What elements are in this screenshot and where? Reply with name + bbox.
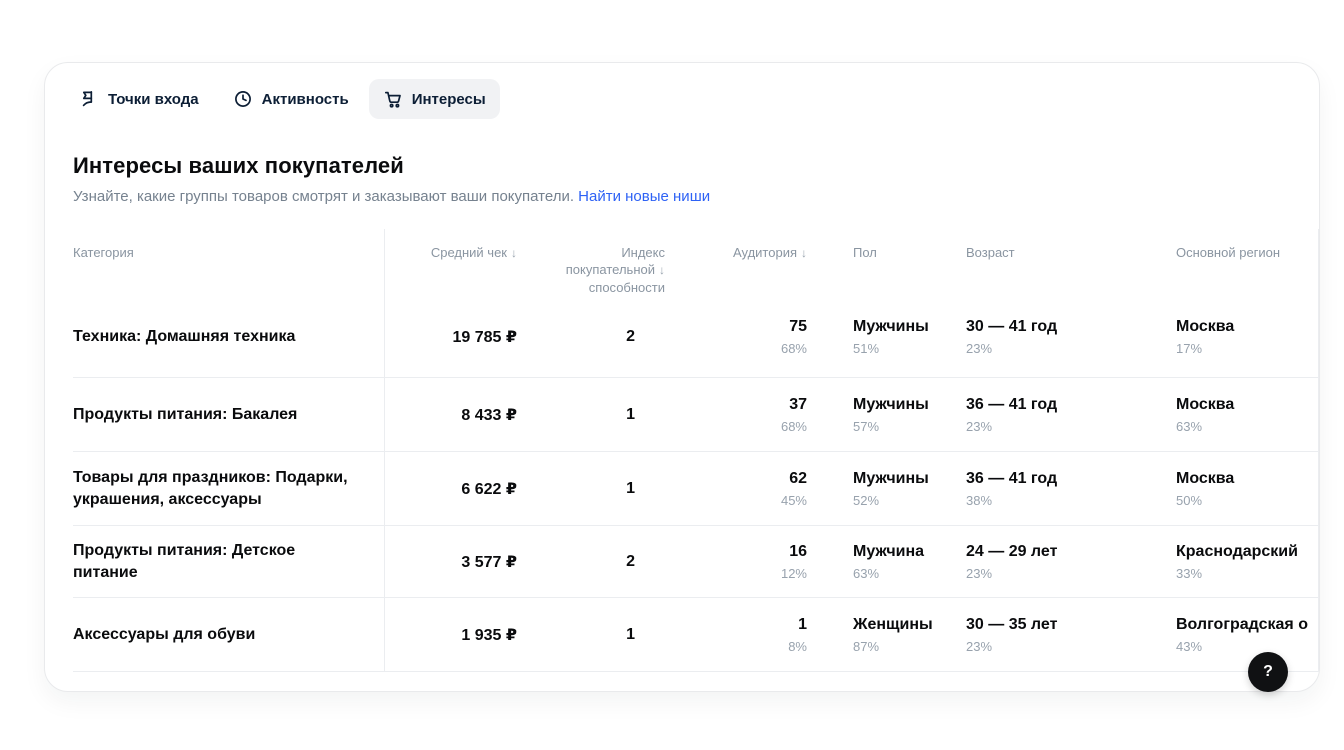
tab-bar: Точки входа Активность Интересы [45, 63, 1319, 119]
cell-region: Москва50% [1134, 452, 1319, 525]
cell-audience: 3768% [669, 378, 811, 451]
cell-gender: Мужчина63% [811, 526, 954, 597]
cell-gender: Мужчины52% [811, 452, 954, 525]
cell-audience: 18% [669, 598, 811, 671]
cell-avg-check: 6 622 ₽ [384, 452, 521, 525]
tab-interests[interactable]: Интересы [369, 79, 500, 119]
cell-region: Москва63% [1134, 378, 1319, 451]
table-row: Продукты питания: Бакалея 8 433 ₽ 1 3768… [73, 378, 1319, 452]
section-header: Интересы ваших покупателей Узнайте, каки… [73, 153, 1291, 205]
interests-table: Категория Средний чек↓ Индекс покупатель… [73, 229, 1319, 672]
tab-label: Интересы [412, 91, 486, 108]
cell-category: Товары для праздников: Подарки, украшени… [73, 452, 384, 525]
help-button[interactable]: ? [1248, 652, 1288, 692]
table-row: Продукты питания: Детское питание 3 577 … [73, 526, 1319, 598]
cell-region: Краснодарский33% [1134, 526, 1319, 597]
cell-age: 24 — 29 лет23% [954, 526, 1134, 597]
tab-activity[interactable]: Активность [219, 79, 363, 119]
cell-age: 30 — 35 лет23% [954, 598, 1134, 671]
cell-avg-check: 8 433 ₽ [384, 378, 521, 451]
cell-avg-check: 3 577 ₽ [384, 526, 521, 597]
sort-desc-icon: ↓ [655, 263, 665, 277]
cell-avg-check: 19 785 ₽ [384, 296, 521, 377]
table-row: Техника: Домашняя техника 19 785 ₽ 2 756… [73, 296, 1319, 378]
col-header-age: Возраст [954, 229, 1134, 261]
flag-icon [79, 89, 99, 109]
tab-label: Точки входа [108, 91, 199, 108]
cell-audience: 7568% [669, 296, 811, 377]
col-header-audience[interactable]: Аудитория↓ [669, 229, 811, 262]
cell-region: Волгоградская о43% [1134, 598, 1319, 671]
table-row: Товары для праздников: Подарки, украшени… [73, 452, 1319, 526]
col-header-region: Основной регион [1134, 229, 1319, 261]
cell-audience: 1612% [669, 526, 811, 597]
cell-age: 30 — 41 год23% [954, 296, 1134, 377]
cell-age: 36 — 41 год38% [954, 452, 1134, 525]
column-divider-right [1318, 229, 1319, 672]
table-header-row: Категория Средний чек↓ Индекс покупатель… [73, 229, 1319, 296]
cell-power-index: 1 [521, 452, 669, 525]
cell-category: Аксессуары для обуви [73, 598, 384, 671]
clock-icon [233, 89, 253, 109]
page-subtitle: Узнайте, какие группы товаров смотрят и … [73, 188, 574, 205]
cell-power-index: 2 [521, 296, 669, 377]
cell-category: Техника: Домашняя техника [73, 296, 384, 377]
cell-gender: Женщины87% [811, 598, 954, 671]
analytics-card: Точки входа Активность Интересы [44, 62, 1320, 692]
col-header-avg-check[interactable]: Средний чек↓ [384, 229, 521, 262]
cell-gender: Мужчины57% [811, 378, 954, 451]
find-new-niches-link[interactable]: Найти новые ниши [578, 188, 710, 205]
cell-age: 36 — 41 год23% [954, 378, 1134, 451]
sort-desc-icon: ↓ [797, 246, 807, 260]
cell-power-index: 2 [521, 526, 669, 597]
col-header-gender: Пол [811, 229, 954, 261]
cell-category: Продукты питания: Бакалея [73, 378, 384, 451]
cell-region: Москва17% [1134, 296, 1319, 377]
sort-desc-icon: ↓ [507, 246, 517, 260]
tab-label: Активность [262, 91, 349, 108]
table-row: Аксессуары для обуви 1 935 ₽ 1 18% Женщи… [73, 598, 1319, 672]
col-header-category: Категория [73, 229, 384, 261]
cell-power-index: 1 [521, 378, 669, 451]
question-icon: ? [1263, 663, 1273, 681]
cell-gender: Мужчины51% [811, 296, 954, 377]
col-header-power-index[interactable]: Индекс покупательной↓ способности [521, 229, 669, 296]
page-title: Интересы ваших покупателей [73, 153, 1291, 179]
cart-icon [383, 89, 403, 109]
cell-category: Продукты питания: Детское питание [73, 526, 384, 597]
column-divider [384, 229, 385, 672]
cell-avg-check: 1 935 ₽ [384, 598, 521, 671]
cell-audience: 6245% [669, 452, 811, 525]
cell-power-index: 1 [521, 598, 669, 671]
tab-entry-points[interactable]: Точки входа [65, 79, 213, 119]
